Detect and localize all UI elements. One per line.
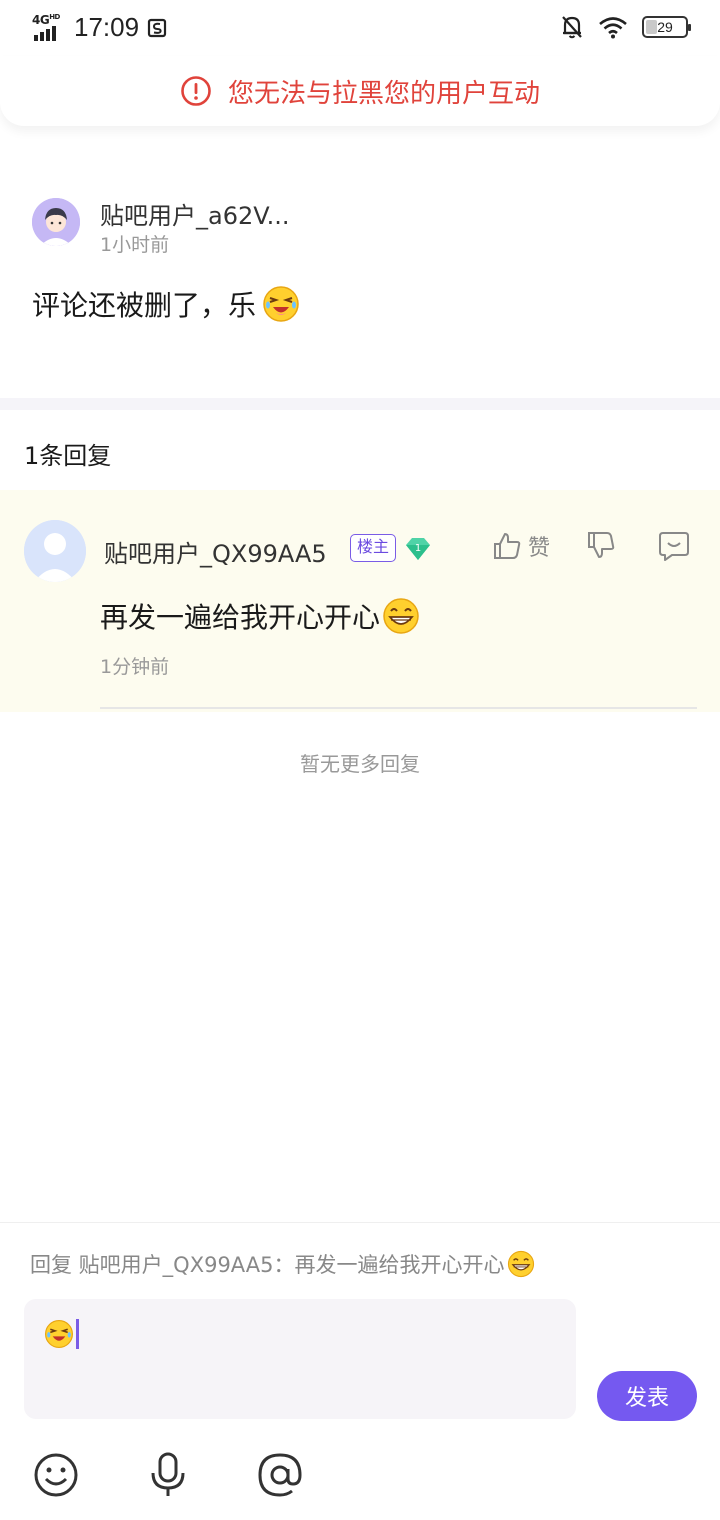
reply-content: 再发一遍给我开心开心: [100, 596, 420, 636]
reply-quote-text: 回复 贴吧用户_QX99AA5：再发一遍给我开心开心: [30, 1253, 505, 1277]
at-icon[interactable]: [256, 1451, 304, 1499]
signal-icon: 4GHD: [32, 13, 66, 43]
section-divider: [0, 398, 720, 410]
like-label: 赞: [528, 536, 551, 561]
reply-item[interactable]: 贴吧用户_QX99AA5 楼主 1 赞 再发一遍给我开心开心 1分钟前: [0, 490, 720, 712]
bell-off-icon: [562, 16, 582, 39]
laughing-tears-emoji: [44, 1319, 74, 1349]
text-caret: [76, 1319, 79, 1349]
reply-input[interactable]: [24, 1299, 576, 1419]
alert-circle-icon: [181, 76, 211, 106]
thumbs-up-icon: [494, 533, 521, 559]
status-right: 29: [560, 14, 691, 40]
status-time: 17:09: [74, 12, 140, 42]
status-bar: 4GHD 17:09 29: [0, 0, 720, 56]
thumbs-down-icon: [588, 532, 615, 558]
reply-text: 再发一遍给我开心开心: [100, 601, 381, 634]
reply-composer: 回复 贴吧用户_QX99AA5：再发一遍给我开心开心 发表: [0, 1222, 720, 1520]
reply-username[interactable]: 贴吧用户_QX99AA5: [104, 534, 327, 569]
avatar[interactable]: [32, 198, 80, 246]
owner-badge: 楼主: [350, 534, 397, 562]
reply-separator: [100, 707, 697, 709]
wifi-icon: [599, 17, 627, 39]
like-button[interactable]: 赞: [492, 530, 550, 562]
avatar-image: [32, 198, 80, 246]
post-time: 1小时前: [100, 234, 170, 256]
reply-quote: 回复 贴吧用户_QX99AA5：再发一遍给我开心开心: [30, 1249, 535, 1279]
reply-count: 1条回复: [24, 442, 112, 470]
send-button[interactable]: 发表: [597, 1371, 697, 1421]
no-more-replies: 暂无更多回复: [300, 752, 420, 776]
dislike-button[interactable]: [586, 530, 616, 560]
laughing-tears-emoji: [263, 286, 299, 322]
status-left: 4GHD 17:09: [32, 12, 167, 43]
blocked-notice-banner: 您无法与拉黑您的用户互动: [0, 56, 720, 126]
original-post: 贴吧用户_a62V... 1小时前 评论还被删了，乐: [0, 140, 720, 398]
emoji-icon[interactable]: [32, 1451, 80, 1499]
microphone-icon[interactable]: [144, 1451, 192, 1499]
reply-input-content: [44, 1319, 79, 1349]
post-content: 评论还被删了，乐: [32, 284, 300, 324]
comment-button[interactable]: [658, 530, 690, 562]
grin-emoji: [383, 598, 419, 634]
reply-time: 1分钟前: [100, 656, 170, 678]
post-username[interactable]: 贴吧用户_a62V...: [100, 196, 289, 231]
avatar[interactable]: [24, 520, 86, 582]
blocked-notice-text: 您无法与拉黑您的用户互动: [227, 78, 540, 109]
battery-icon: 29: [642, 16, 691, 38]
level-number: 1: [415, 543, 421, 554]
grin-emoji: [507, 1250, 534, 1278]
screenshot-icon: [147, 18, 167, 37]
comment-icon: [659, 532, 689, 561]
level-gem-icon: 1: [406, 538, 430, 560]
post-text: 评论还被删了，乐: [32, 289, 257, 322]
default-avatar-image: [24, 520, 86, 582]
